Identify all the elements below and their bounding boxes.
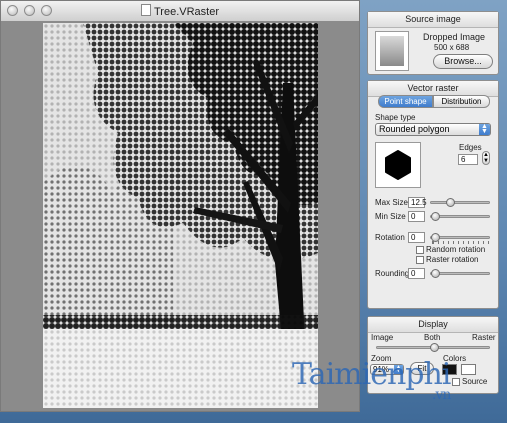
random-rotation-checkbox[interactable] — [416, 246, 424, 254]
raster-preview-image[interactable] — [43, 23, 318, 408]
both-mode-label: Both — [424, 333, 441, 342]
document-icon — [140, 4, 151, 16]
rounding-label: Rounding — [375, 269, 410, 278]
source-panel-title: Source image — [368, 12, 498, 28]
edges-stepper[interactable]: ▲ ▼ — [482, 151, 490, 165]
tab-point-shape[interactable]: Point shape — [378, 95, 433, 108]
hexagon-icon — [385, 150, 411, 180]
display-mode-slider-knob[interactable] — [430, 343, 439, 352]
min-size-slider[interactable] — [430, 212, 490, 221]
source-colors-checkbox[interactable] — [452, 378, 460, 386]
watermark-logo: Taimienphi .vn — [292, 357, 451, 403]
rotation-field[interactable]: 0 — [408, 232, 425, 243]
display-mode-slider[interactable] — [376, 343, 490, 352]
window-title: Tree.VRaster — [153, 6, 219, 18]
min-size-slider-knob[interactable] — [431, 212, 440, 221]
watermark-text: Taimienphi — [292, 357, 451, 392]
max-size-slider[interactable] — [430, 198, 490, 207]
edges-label: Edges — [459, 143, 482, 152]
halftone-tree-artwork — [43, 23, 318, 408]
max-size-label: Max Size — [375, 198, 408, 207]
shape-type-select[interactable]: Rounded polygon ▲ ▼ — [375, 123, 491, 136]
tab-distribution[interactable]: Distribution — [433, 95, 490, 108]
rotation-label: Rotation — [375, 233, 405, 242]
watermark-suffix: .vn — [432, 387, 451, 403]
display-panel-title: Display — [368, 317, 498, 333]
vector-raster-panel: Vector raster Point shape Distribution S… — [367, 80, 499, 309]
rounding-slider-knob[interactable] — [431, 269, 440, 278]
stepper-down-icon[interactable]: ▼ — [483, 158, 489, 164]
shape-type-label: Shape type — [375, 113, 416, 122]
source-image-size: 500 x 688 — [434, 43, 470, 52]
select-arrows-icon: ▲ ▼ — [479, 123, 490, 135]
source-thumbnail[interactable] — [375, 31, 409, 71]
rotation-slider-ticks — [432, 241, 489, 244]
background-color-well[interactable] — [461, 364, 476, 375]
min-size-field[interactable]: 0 — [408, 211, 425, 222]
rotation-slider[interactable] — [430, 233, 490, 242]
raster-rotation-label: Raster rotation — [426, 255, 479, 264]
source-colors-label: Source — [462, 377, 488, 386]
edges-field[interactable]: 6 — [458, 154, 478, 165]
random-rotation-label: Random rotation — [426, 245, 486, 254]
shape-preview — [375, 142, 421, 188]
source-image-panel: Source image Dropped Image 500 x 688 Bro… — [367, 11, 499, 75]
rounding-slider[interactable] — [430, 269, 490, 278]
browse-button[interactable]: Browse... — [433, 54, 493, 69]
window-titlebar[interactable]: Tree.VRaster — [1, 1, 359, 22]
source-image-name: Dropped Image — [423, 32, 486, 42]
max-size-field[interactable]: 12.5 — [408, 197, 427, 208]
rounding-field[interactable]: 0 — [408, 268, 425, 279]
raster-mode-label: Raster — [472, 333, 496, 342]
min-size-label: Min Size — [375, 212, 406, 221]
raster-rotation-checkbox[interactable] — [416, 256, 424, 264]
image-mode-label: Image — [371, 333, 394, 342]
max-size-slider-knob[interactable] — [446, 198, 455, 207]
shape-type-value: Rounded polygon — [379, 124, 450, 134]
document-window: Tree.VRaster — [0, 0, 360, 412]
